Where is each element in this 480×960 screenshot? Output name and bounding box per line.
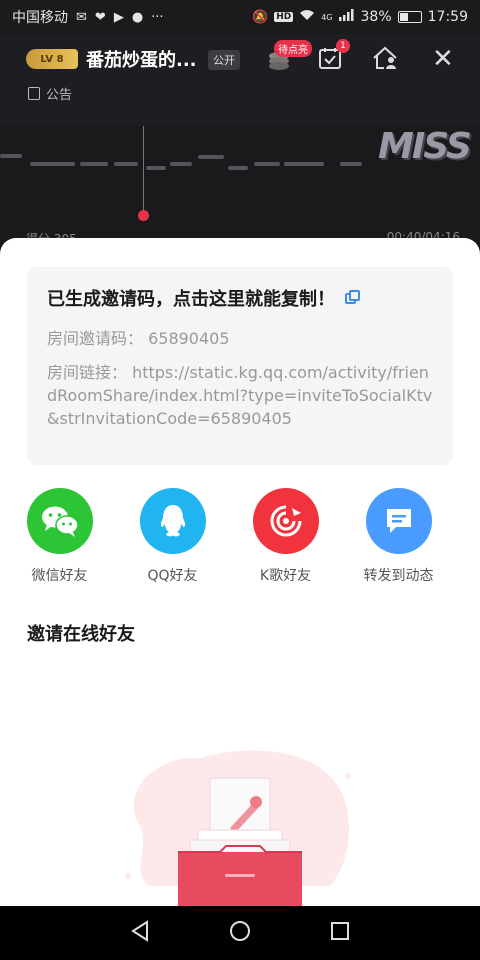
miss-indicator: MISS xyxy=(378,126,472,167)
invite-code-card[interactable]: 已生成邀请码，点击这里就能复制！ 房间邀请码： 65890405 房间链接： h… xyxy=(27,267,453,465)
share-row: 微信好友 QQ好友 K歌好友 转发到动态 xyxy=(0,488,480,585)
notice-label: 公告 xyxy=(46,88,73,103)
signal-icon xyxy=(338,9,355,25)
pitch-note xyxy=(80,162,108,166)
app-notification-icon: ❤ xyxy=(94,9,106,25)
invite-sheet: 已生成邀请码，点击这里就能复制！ 房间邀请码： 65890405 房间链接： h… xyxy=(0,238,480,906)
recents-icon[interactable] xyxy=(329,920,351,946)
message-notification-icon: ● xyxy=(131,9,144,25)
invite-link-text: 房间链接： https://static.kg.qq.com/activity/… xyxy=(47,363,433,428)
carrier-label: 中国移动 xyxy=(12,10,68,26)
level-label: LV 8 xyxy=(40,53,64,65)
mute-icon: 🔕 xyxy=(252,9,269,25)
wechat-notification-icon: ✉ xyxy=(76,9,87,25)
share-qq-label: QQ好友 xyxy=(147,568,198,584)
close-icon[interactable]: ✕ xyxy=(432,44,454,74)
invite-title: 已生成邀请码，点击这里就能复制！ xyxy=(47,289,335,310)
wechat-icon xyxy=(26,488,93,554)
playhead-line xyxy=(143,126,144,216)
pitch-note xyxy=(228,166,248,170)
play-notification-icon: ▶ xyxy=(113,9,124,25)
back-icon[interactable] xyxy=(129,920,151,946)
more-notifications-icon: ··· xyxy=(151,9,164,25)
wifi-icon xyxy=(299,9,315,25)
battery-icon xyxy=(397,11,422,23)
notice-icon xyxy=(28,87,40,100)
clock: 17:59 xyxy=(427,9,468,25)
public-tag: 公开 xyxy=(208,50,240,70)
room-title[interactable]: 番茄炒蛋的... xyxy=(86,46,197,72)
repost-icon xyxy=(365,488,432,554)
notice-button[interactable]: 公告 xyxy=(28,84,72,103)
online-friends-title: 邀请在线好友 xyxy=(27,624,135,645)
pitch-note xyxy=(146,166,166,170)
kge-icon xyxy=(252,488,319,554)
system-nav-bar xyxy=(0,906,480,960)
pitch-note xyxy=(284,162,324,166)
pending-badge: 待点亮 xyxy=(274,40,312,57)
share-repost-label: 转发到动态 xyxy=(363,568,434,584)
playhead-dot xyxy=(138,210,149,221)
home-icon[interactable] xyxy=(229,920,251,946)
empty-state-illustration xyxy=(110,746,370,906)
level-badge: LV 8 xyxy=(26,49,78,69)
share-qq-button[interactable]: QQ好友 xyxy=(116,488,229,585)
pitch-note xyxy=(198,155,224,159)
pitch-note xyxy=(340,162,362,166)
copy-icon[interactable] xyxy=(345,290,361,306)
battery-percent: 38% xyxy=(360,9,392,25)
pitch-note xyxy=(114,162,138,166)
share-wechat-label: 微信好友 xyxy=(31,568,88,584)
hd-badge: HD xyxy=(274,12,294,22)
share-wechat-button[interactable]: 微信好友 xyxy=(3,488,116,585)
pitch-note xyxy=(0,154,22,158)
share-kge-button[interactable]: K歌好友 xyxy=(229,488,342,585)
invite-code-text: 房间邀请码： 65890405 xyxy=(47,329,230,348)
pitch-note xyxy=(30,162,75,166)
pitch-note xyxy=(170,162,192,166)
network-type: 4G xyxy=(321,12,333,22)
room-header: LV 8 番茄炒蛋的... 公开 待点亮 1 ✕ 公告 xyxy=(0,34,480,126)
status-bar: 中国移动 ✉ ❤ ▶ ● ··· 🔕 HD 4G 38% 17:59 xyxy=(0,0,480,34)
pitch-area: MISS 得分 305 00:40/04:16 xyxy=(0,126,480,256)
pitch-note xyxy=(254,162,280,166)
task-count-badge: 1 xyxy=(336,39,350,53)
qq-icon xyxy=(139,488,206,554)
share-repost-button[interactable]: 转发到动态 xyxy=(342,488,455,585)
home-user-icon[interactable] xyxy=(372,46,400,76)
invite-header: 已生成邀请码，点击这里就能复制！ xyxy=(47,285,433,311)
share-kge-label: K歌好友 xyxy=(259,568,312,584)
